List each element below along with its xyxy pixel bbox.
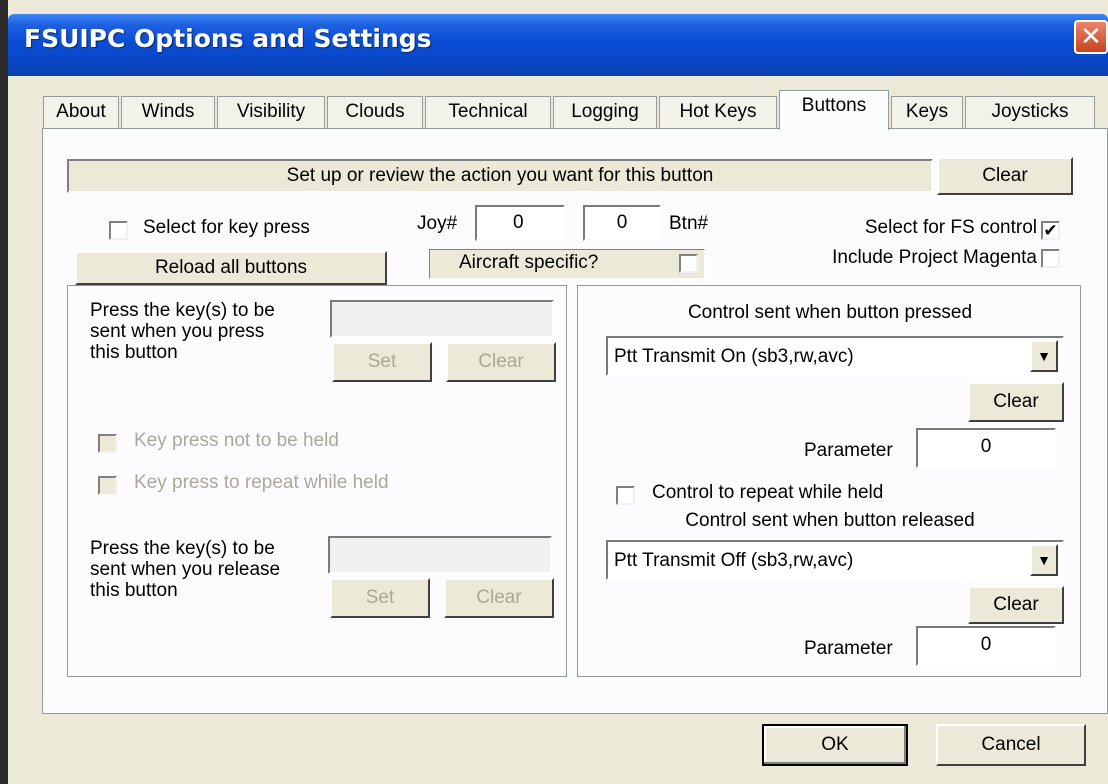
press-key-instructions: Press the key(s) to be sent when you pre… (90, 300, 275, 363)
press-clear-button[interactable]: Clear (446, 342, 556, 382)
released-control-value: Ptt Transmit Off (sb3,rw,avc) (614, 550, 854, 571)
key-press-not-held-label: Key press not to be held (134, 430, 339, 451)
tab-clouds[interactable]: Clouds (327, 96, 423, 128)
aircraft-specific-label: Aircraft specific? (459, 252, 599, 273)
key-press-not-held-checkbox[interactable] (98, 434, 117, 453)
release-clear-button[interactable]: Clear (444, 578, 554, 618)
tab-buttons[interactable]: Buttons (779, 90, 889, 130)
control-repeat-checkbox[interactable] (616, 486, 635, 505)
control-repeat-label: Control to repeat while held (652, 482, 884, 503)
pressed-control-clear-button[interactable]: Clear (968, 382, 1064, 422)
pressed-control-heading: Control sent when button pressed (687, 302, 973, 323)
clear-action-button[interactable]: Clear (937, 157, 1073, 195)
tab-winds[interactable]: Winds (121, 96, 215, 128)
select-fs-control-label: Select for FS control (864, 217, 1037, 238)
window-title: FSUIPC Options and Settings (24, 24, 432, 53)
tab-logging[interactable]: Logging (553, 96, 657, 128)
chevron-down-icon[interactable]: ▼ (1030, 544, 1058, 576)
tab-hot-keys[interactable]: Hot Keys (659, 96, 777, 128)
button-number-field[interactable]: 0 (583, 205, 661, 241)
fsuipc-dialog: FSUIPC Options and Settings ✕ About Wind… (8, 0, 1108, 784)
status-text: Set up or review the action you want for… (67, 159, 933, 193)
tab-visibility[interactable]: Visibility (217, 96, 325, 128)
cancel-button[interactable]: Cancel (936, 724, 1086, 766)
select-key-press-label: Select for key press (143, 217, 310, 238)
press-key-field[interactable] (330, 300, 554, 338)
release-set-button[interactable]: Set (330, 578, 430, 618)
released-control-heading: Control sent when button released (685, 510, 975, 531)
pressed-control-value: Ptt Transmit On (sb3,rw,avc) (614, 346, 854, 367)
include-project-magenta-label: Include Project Magenta (832, 247, 1037, 268)
released-parameter-label: Parameter (804, 638, 893, 659)
tab-keys[interactable]: Keys (891, 96, 963, 128)
press-set-button[interactable]: Set (332, 342, 432, 382)
key-press-repeat-label: Key press to repeat while held (134, 472, 389, 493)
pressed-parameter-field[interactable]: 0 (916, 428, 1056, 468)
aircraft-specific-checkbox[interactable] (679, 254, 698, 273)
reload-all-buttons-button[interactable]: Reload all buttons (75, 251, 387, 285)
key-press-group: Press the key(s) to be sent when you pre… (67, 285, 567, 677)
tab-joysticks[interactable]: Joysticks (965, 96, 1095, 128)
joy-number-field[interactable]: 0 (475, 205, 565, 241)
tab-about[interactable]: About (43, 96, 119, 128)
released-control-dropdown[interactable]: Ptt Transmit Off (sb3,rw,avc) ▼ (606, 540, 1064, 580)
pressed-parameter-label: Parameter (804, 440, 893, 461)
key-press-repeat-checkbox[interactable] (98, 476, 117, 495)
buttons-tab-panel: Set up or review the action you want for… (42, 128, 1108, 714)
release-key-instructions: Press the key(s) to be sent when you rel… (90, 538, 281, 601)
close-button[interactable]: ✕ (1074, 20, 1108, 54)
btn-label: Btn# (669, 213, 709, 234)
pressed-control-dropdown[interactable]: Ptt Transmit On (sb3,rw,avc) ▼ (606, 336, 1064, 376)
include-project-magenta-checkbox[interactable] (1041, 249, 1060, 268)
select-key-press-checkbox[interactable] (109, 221, 128, 240)
joy-label: Joy# (417, 213, 458, 234)
chevron-down-icon[interactable]: ▼ (1030, 340, 1058, 372)
ok-button[interactable]: OK (762, 724, 908, 766)
check-mark-icon: ✔ (1043, 221, 1058, 240)
release-key-field[interactable] (328, 536, 552, 574)
fs-control-group: Control sent when button pressed Ptt Tra… (577, 285, 1081, 677)
released-parameter-field[interactable]: 0 (916, 626, 1056, 666)
select-fs-control-checkbox[interactable]: ✔ (1041, 221, 1060, 240)
tab-technical[interactable]: Technical (425, 96, 551, 128)
released-control-clear-button[interactable]: Clear (968, 586, 1064, 624)
